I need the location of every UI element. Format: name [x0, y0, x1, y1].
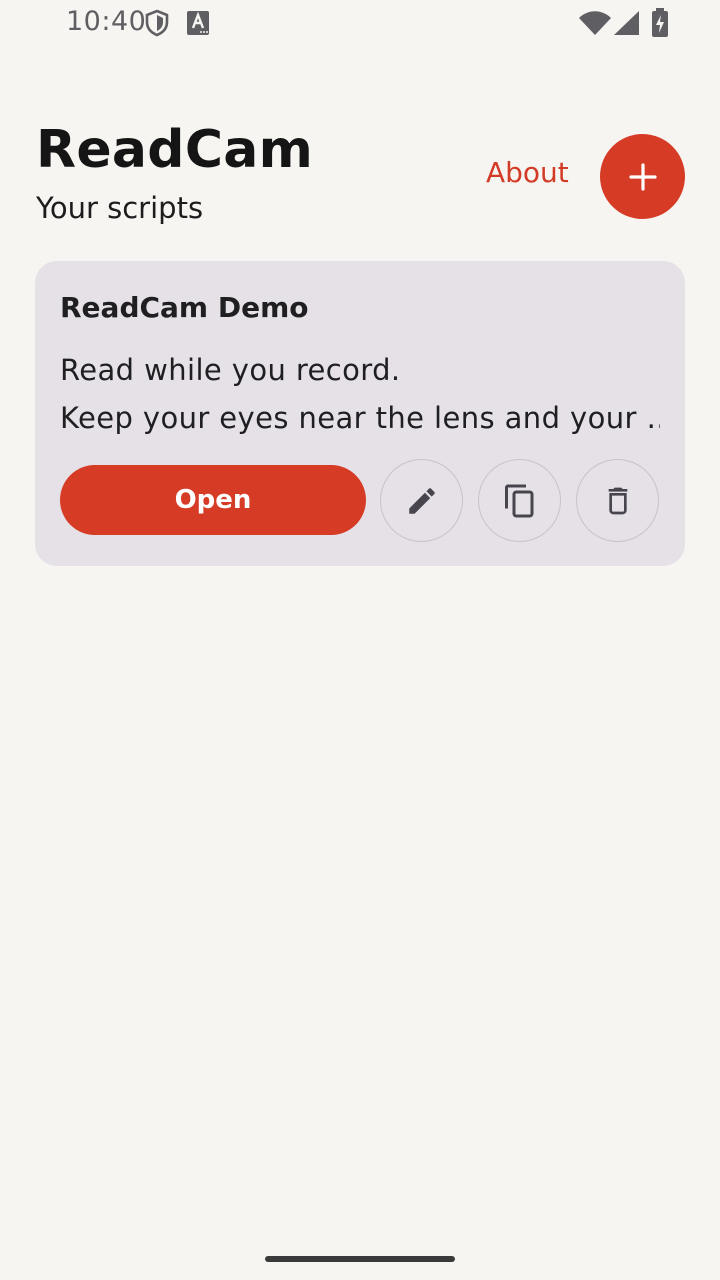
script-preview-line: Read while you record.: [60, 353, 401, 387]
battery-charging-icon: [652, 8, 668, 37]
edit-icon: [408, 487, 435, 514]
screen: 10:40 ReadCam Your scripts About ReadCam…: [0, 0, 720, 1280]
a-text-icon: [187, 11, 209, 35]
script-title: ReadCam Demo: [60, 291, 309, 324]
delete-script-button[interactable]: [576, 459, 659, 542]
about-button[interactable]: About: [486, 156, 569, 189]
script-card: ReadCam Demo Read while you record. Keep…: [35, 261, 685, 566]
open-script-button[interactable]: Open: [60, 465, 366, 535]
add-script-button[interactable]: [600, 134, 685, 219]
shield-icon: [145, 9, 169, 37]
signal-icon: [614, 11, 639, 35]
edit-script-button[interactable]: [380, 459, 463, 542]
copy-icon: [504, 484, 533, 517]
page-subtitle: Your scripts: [36, 191, 204, 225]
home-indicator[interactable]: [265, 1256, 455, 1262]
app-title: ReadCam: [36, 120, 314, 180]
plus-icon: [628, 162, 657, 191]
delete-icon: [608, 487, 627, 514]
status-bar: 10:40: [0, 0, 720, 48]
wifi-icon: [579, 11, 611, 35]
status-time: 10:40: [66, 6, 147, 37]
duplicate-script-button[interactable]: [478, 459, 561, 542]
script-preview-line: Keep your eyes near the lens and your …: [60, 401, 660, 435]
